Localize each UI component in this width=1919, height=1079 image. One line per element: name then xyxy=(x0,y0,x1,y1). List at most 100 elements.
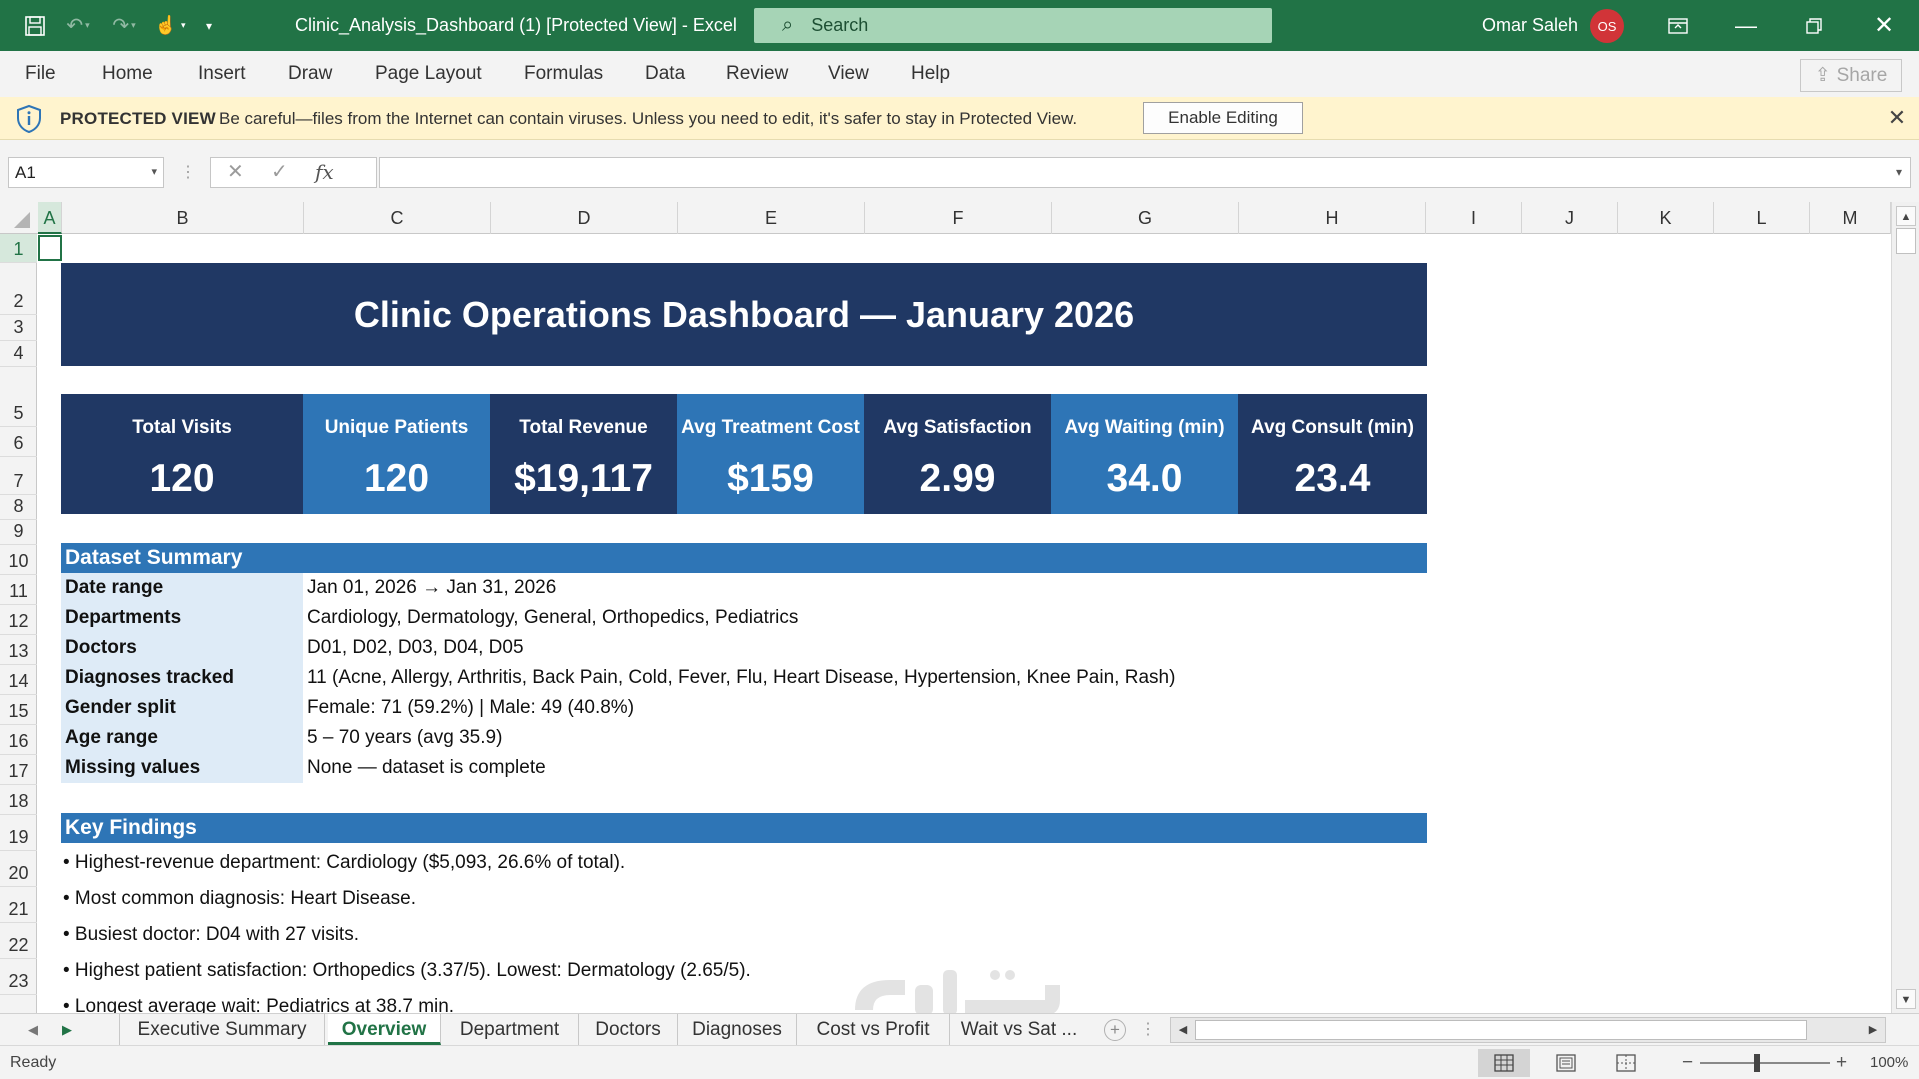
touch-mode-icon[interactable]: ☝ ▾ xyxy=(148,0,192,51)
menu-help[interactable]: Help xyxy=(911,51,950,97)
worksheet-grid[interactable]: A B C D E F G H I J K L M 1 2 3 4 5 6 7 … xyxy=(0,202,1919,1013)
row-header[interactable]: 17 xyxy=(0,755,37,785)
row-header[interactable]: 18 xyxy=(0,785,37,815)
page-break-view-icon[interactable] xyxy=(1600,1049,1652,1077)
close-icon[interactable]: ✕ xyxy=(1866,0,1902,51)
column-header-i[interactable]: I xyxy=(1426,202,1522,234)
menu-file[interactable]: File xyxy=(25,51,56,97)
tab-cost-vs-profit[interactable]: Cost vs Profit xyxy=(797,1014,950,1045)
zoom-slider[interactable] xyxy=(1700,1062,1830,1064)
horizontal-scrollbar[interactable]: ◀ ▶ xyxy=(1170,1017,1886,1043)
scroll-up-icon[interactable]: ▲ xyxy=(1896,206,1916,226)
column-header-h[interactable]: H xyxy=(1239,202,1426,234)
menu-data[interactable]: Data xyxy=(645,51,685,97)
select-all-corner[interactable] xyxy=(0,202,37,234)
zoom-level[interactable]: 100% xyxy=(1870,1046,1908,1079)
row-header[interactable]: 22 xyxy=(0,923,37,959)
expand-formula-icon[interactable]: ▾ xyxy=(1896,158,1902,187)
row-header[interactable]: 6 xyxy=(0,427,37,457)
enter-icon[interactable]: ✓ xyxy=(271,158,288,187)
search-box[interactable]: ⌕ Search xyxy=(754,8,1272,43)
tab-executive-summary[interactable]: Executive Summary xyxy=(120,1014,325,1045)
horizontal-scroll-thumb[interactable] xyxy=(1195,1020,1807,1040)
cancel-icon[interactable]: ✕ xyxy=(227,158,244,187)
column-header-e[interactable]: E xyxy=(678,202,865,234)
tab-overview[interactable]: Overview xyxy=(328,1014,441,1045)
zoom-in-icon[interactable]: + xyxy=(1836,1046,1847,1079)
column-header-d[interactable]: D xyxy=(491,202,678,234)
add-sheet-icon[interactable]: + xyxy=(1104,1019,1126,1041)
splitter-dots-icon[interactable]: ⋮ xyxy=(180,157,196,188)
menu-page-layout[interactable]: Page Layout xyxy=(375,51,482,97)
enable-editing-button[interactable]: Enable Editing xyxy=(1143,102,1303,134)
column-header-m[interactable]: M xyxy=(1810,202,1891,234)
row-header[interactable]: 3 xyxy=(0,315,37,341)
row-header[interactable]: 10 xyxy=(0,545,37,575)
row-header[interactable]: 14 xyxy=(0,665,37,695)
row-header[interactable]: 2 xyxy=(0,263,37,315)
formula-input[interactable]: ▾ xyxy=(379,157,1911,188)
customize-toolbar-icon[interactable]: ▾ xyxy=(196,0,222,51)
row-header[interactable]: 5 xyxy=(0,367,37,427)
row-header[interactable]: 13 xyxy=(0,635,37,665)
ribbon-display-options-icon[interactable] xyxy=(1660,0,1696,51)
row-header[interactable]: 23 xyxy=(0,959,37,995)
zoom-slider-thumb[interactable] xyxy=(1754,1054,1760,1072)
menu-draw[interactable]: Draw xyxy=(288,51,332,97)
row-header[interactable]: 1 xyxy=(0,234,37,263)
selected-cell-a1[interactable] xyxy=(38,235,62,261)
normal-view-icon[interactable] xyxy=(1478,1049,1530,1077)
save-icon[interactable] xyxy=(18,0,52,51)
row-header[interactable]: 16 xyxy=(0,725,37,755)
menu-view[interactable]: View xyxy=(828,51,869,97)
zoom-out-icon[interactable]: − xyxy=(1682,1046,1693,1079)
tab-department[interactable]: Department xyxy=(441,1014,579,1045)
cell-area[interactable]: Clinic Operations Dashboard — January 20… xyxy=(38,234,1891,1013)
column-header-k[interactable]: K xyxy=(1618,202,1714,234)
menu-formulas[interactable]: Formulas xyxy=(524,51,603,97)
row-header[interactable]: 9 xyxy=(0,520,37,545)
redo-icon[interactable]: ↷ ▾ xyxy=(104,0,144,51)
column-header-f[interactable]: F xyxy=(865,202,1052,234)
row-header[interactable]: 15 xyxy=(0,695,37,725)
tab-doctors[interactable]: Doctors xyxy=(579,1014,678,1045)
row-header[interactable]: 21 xyxy=(0,887,37,923)
row-header[interactable]: 12 xyxy=(0,605,37,635)
page-layout-view-icon[interactable] xyxy=(1540,1049,1592,1077)
vertical-scrollbar[interactable]: ▲ ▼ xyxy=(1891,202,1919,1013)
row-header[interactable]: 8 xyxy=(0,495,37,520)
scroll-right-icon[interactable]: ▶ xyxy=(1863,1020,1883,1040)
menu-review[interactable]: Review xyxy=(726,51,788,97)
next-sheet-icon[interactable]: ▶ xyxy=(62,1014,72,1046)
menu-insert[interactable]: Insert xyxy=(198,51,246,97)
column-header-c[interactable]: C xyxy=(304,202,491,234)
insert-function-icon[interactable]: fx xyxy=(315,158,334,187)
row-header[interactable]: 20 xyxy=(0,851,37,887)
tab-wait-vs-sat[interactable]: Wait vs Sat ... xyxy=(950,1014,1088,1045)
column-header-b[interactable]: B xyxy=(62,202,304,234)
name-box[interactable]: A1 ▾ xyxy=(8,157,164,188)
restore-icon[interactable] xyxy=(1796,0,1832,51)
close-message-icon[interactable]: ✕ xyxy=(1884,103,1910,133)
row-header[interactable]: 19 xyxy=(0,815,37,851)
undo-icon[interactable]: ↶ ▾ xyxy=(58,0,98,51)
column-header-j[interactable]: J xyxy=(1522,202,1618,234)
tab-diagnoses[interactable]: Diagnoses xyxy=(678,1014,797,1045)
previous-sheet-icon[interactable]: ◀ xyxy=(28,1014,38,1046)
row-header[interactable]: 11 xyxy=(0,575,37,605)
row-header[interactable]: 7 xyxy=(0,457,37,495)
column-header-a[interactable]: A xyxy=(38,202,62,234)
scroll-left-icon[interactable]: ◀ xyxy=(1173,1020,1193,1040)
column-header-l[interactable]: L xyxy=(1714,202,1810,234)
column-header-g[interactable]: G xyxy=(1052,202,1239,234)
avatar[interactable]: OS xyxy=(1590,9,1624,43)
share-button[interactable]: ⇪ Share xyxy=(1800,59,1902,92)
row-header[interactable]: 4 xyxy=(0,341,37,367)
vertical-scroll-thumb[interactable] xyxy=(1896,228,1916,254)
minimize-icon[interactable]: — xyxy=(1728,0,1764,51)
chevron-down-icon[interactable]: ▾ xyxy=(151,158,157,187)
user-name[interactable]: Omar Saleh xyxy=(1482,0,1578,51)
menu-home[interactable]: Home xyxy=(102,51,153,97)
scroll-down-icon[interactable]: ▼ xyxy=(1896,989,1916,1009)
tab-splitter-icon[interactable]: ⋮ xyxy=(1140,1014,1156,1046)
